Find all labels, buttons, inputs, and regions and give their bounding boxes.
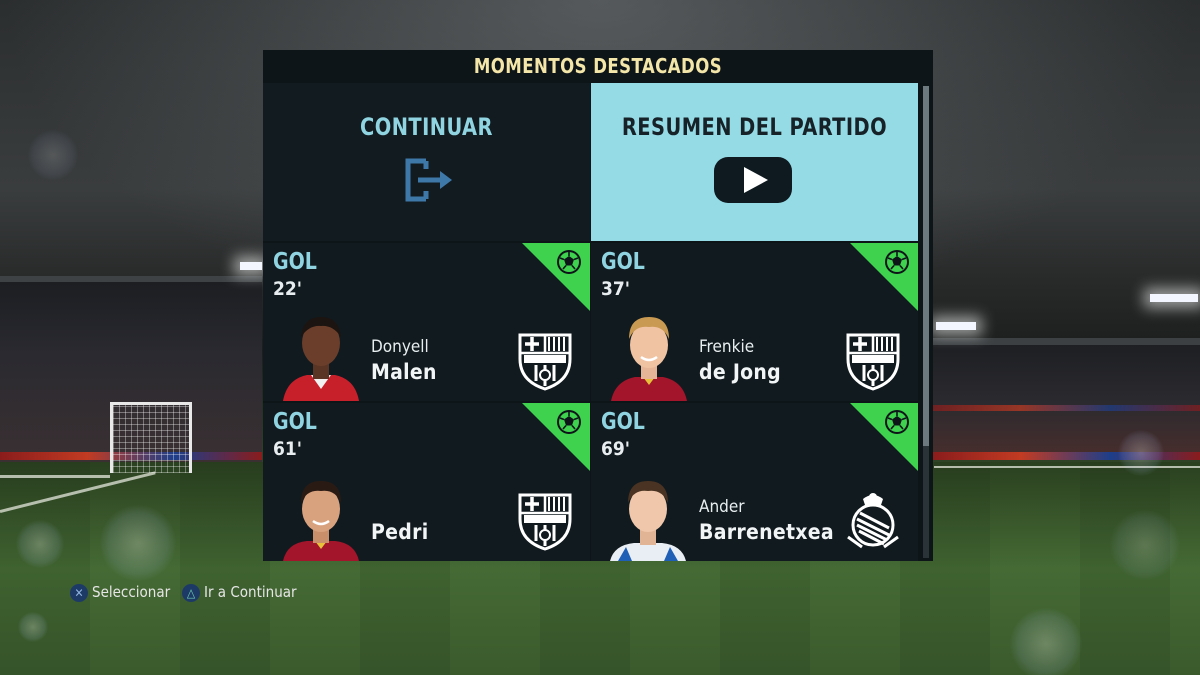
fc-barcelona-crest-icon [518, 333, 572, 391]
fc-barcelona-crest-icon [846, 333, 900, 391]
rain-bokeh [28, 130, 78, 180]
rain-bokeh [16, 520, 64, 568]
triangle-button-icon: △ [182, 583, 200, 602]
continue-hint-label: Ir a Continuar [204, 583, 297, 601]
panel-title: MOMENTOS DESTACADOS [473, 54, 723, 78]
highlight-card[interactable]: GOL 37' Frenkie de Jong [591, 243, 918, 401]
player-first-name: Donyell [371, 337, 429, 357]
player-last-name: Malen [371, 360, 437, 384]
player-portrait [610, 481, 686, 561]
match-summary-tile[interactable]: RESUMEN DEL PARTIDO [591, 83, 918, 241]
player-portrait [283, 481, 359, 561]
highlights-panel: MOMENTOS DESTACADOS CONTINUAR RESUMEN DE… [263, 50, 933, 561]
player-last-name: de Jong [699, 360, 781, 384]
rain-bokeh [1110, 510, 1180, 580]
floodlight-right [936, 322, 976, 330]
highlight-card[interactable]: GOL 69' Ander Barrenetxea [591, 403, 918, 561]
rain-bokeh [1010, 608, 1082, 675]
player-first-name: Frenkie [699, 337, 755, 357]
player-first-name: Ander [699, 497, 745, 517]
event-type: GOL [601, 409, 645, 435]
goal-net [110, 402, 192, 473]
rain-bokeh [100, 505, 176, 581]
event-minute: 61' [273, 438, 303, 460]
panel-scrollbar[interactable] [923, 86, 929, 558]
floodlight-left [240, 262, 262, 270]
football-icon [885, 250, 909, 274]
event-type: GOL [601, 249, 645, 275]
event-minute: 37' [601, 278, 631, 300]
rain-bokeh [18, 612, 48, 642]
player-portrait [611, 317, 687, 401]
event-minute: 69' [601, 438, 631, 460]
event-minute: 22' [273, 278, 303, 300]
player-last-name: Pedri [371, 520, 429, 544]
select-hint-label: Seleccionar [92, 583, 171, 601]
real-sociedad-crest-icon [847, 493, 899, 549]
football-icon [885, 410, 909, 434]
event-type: GOL [273, 409, 317, 435]
player-last-name: Barrenetxea [699, 520, 834, 544]
highlight-card[interactable]: GOL 22' Donyell Malen [263, 243, 590, 401]
continue-tile[interactable]: CONTINUAR [263, 83, 590, 241]
advertising-board-upper-right [932, 405, 1200, 411]
football-icon [557, 250, 581, 274]
highlight-card[interactable]: GOL 61' Pedri [263, 403, 590, 561]
rain-bokeh [1118, 430, 1164, 476]
select-hint: ✕ Seleccionar [70, 582, 170, 602]
continue-hint: △ Ir a Continuar [182, 582, 297, 602]
cross-button-icon: ✕ [70, 583, 88, 602]
match-summary-label: RESUMEN DEL PARTIDO [621, 113, 888, 141]
exit-icon [405, 158, 452, 202]
pitch-line [934, 466, 1200, 468]
play-video-icon [714, 157, 792, 203]
event-type: GOL [273, 249, 317, 275]
continue-label: CONTINUAR [360, 113, 493, 141]
pitch-line [0, 475, 110, 478]
fc-barcelona-crest-icon [518, 493, 572, 551]
player-portrait [283, 317, 359, 401]
scrollbar-thumb[interactable] [923, 86, 929, 446]
football-icon [557, 410, 581, 434]
floodlight-far-right [1150, 294, 1198, 302]
